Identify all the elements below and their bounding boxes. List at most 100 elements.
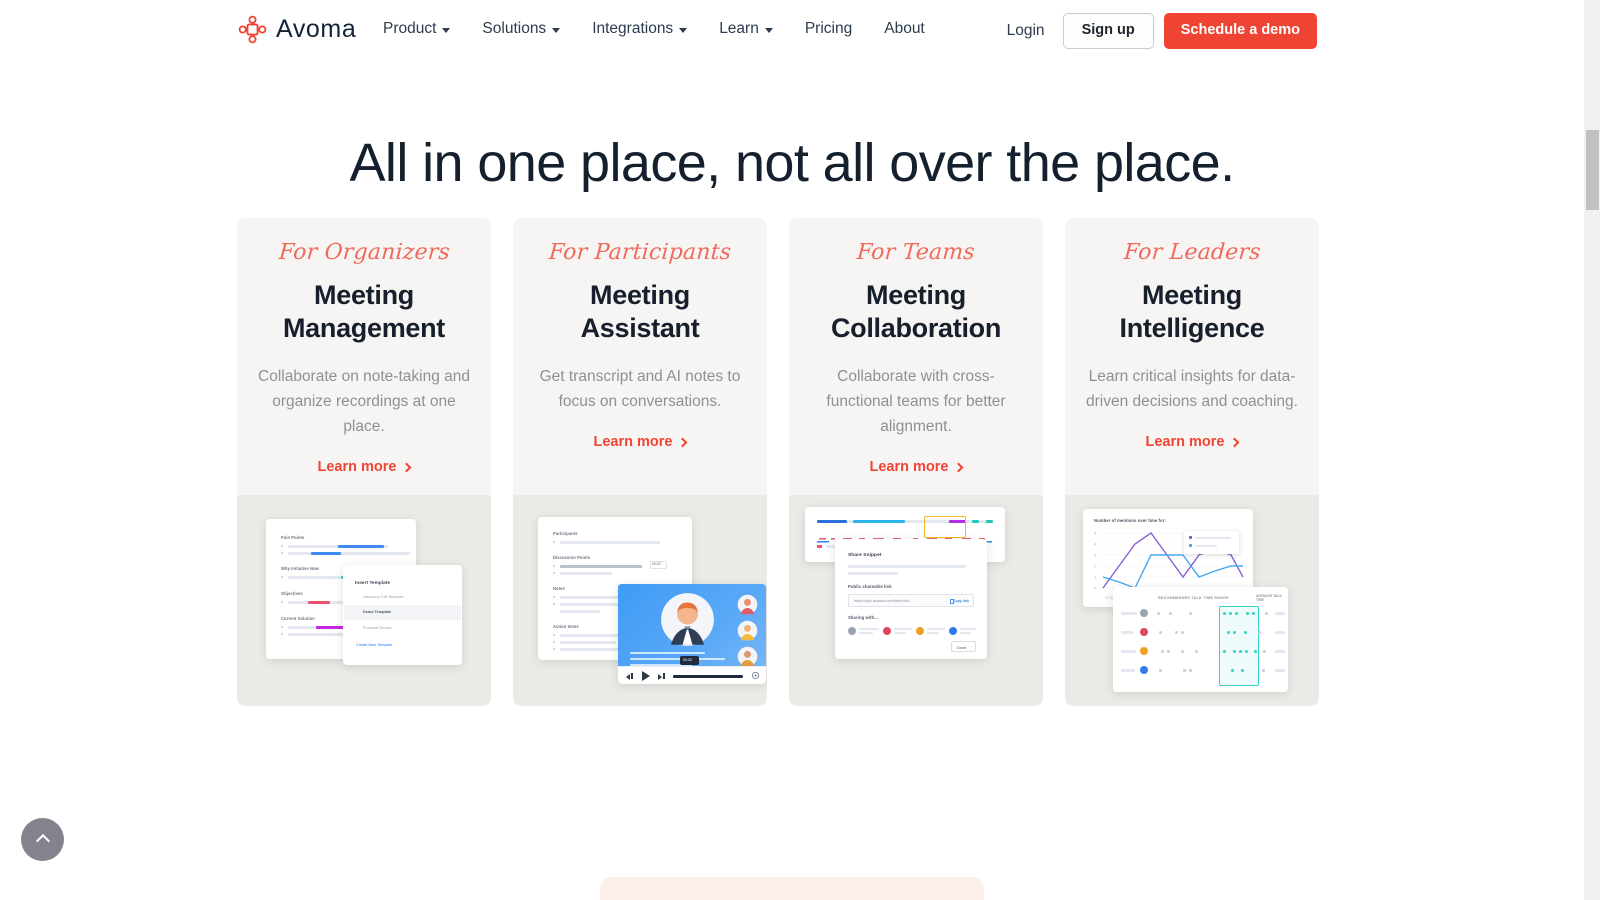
nav-item-integrations[interactable]: Integrations [576,20,703,38]
chart-title: Number of mentions over time for: [1094,518,1166,523]
scroll-to-top-button[interactable] [21,818,64,861]
card-illustration-meeting-intelligence: Number of mentions over time for: 5 4 3 2 1… [1065,495,1319,706]
chevron-up-icon [35,833,50,849]
participant-avatar-icon [737,594,758,615]
table-title: RECOMMENDED TALK TIME RANGE [1158,596,1229,600]
card-illustration-meeting-assistant: Participants Discussion Points 00:20 Not… [513,495,767,706]
card-content: For Participants Meeting Assistant Get t… [513,218,767,495]
avoma-logo-icon [238,15,267,44]
card-eyebrow: For Leaders [1122,240,1262,265]
notes-section-label: Why Initiative Now [281,566,319,571]
menu-item[interactable]: Proposal Review [363,626,392,630]
card-description: Collaborate with cross-functional teams … [826,367,1006,436]
avoma-logo-text: Avoma [276,15,357,43]
snippet-selection-box[interactable] [924,516,966,538]
card-content: For Teams Meeting Collaboration Collabor… [789,218,1043,495]
menu-item[interactable]: Discovery Call Template [363,595,404,599]
card-eyebrow: For Teams [856,240,976,265]
nav-label: Pricing [804,20,853,37]
shareable-link-field[interactable]: https://app.avoma.com/listen/cffc... Cop… [848,594,974,607]
card-title: Meeting Intelligence [1119,280,1265,343]
card-title: Meeting Assistant [580,280,700,343]
learn-more-link[interactable]: Learn more [1146,434,1240,450]
notes-section-label: Notes [553,586,565,591]
participant-avatar-icon [737,646,758,667]
avoma-logo[interactable]: Avoma [238,15,356,44]
chevron-right-icon [1230,437,1240,448]
nav-label: Learn [719,20,759,37]
svg-text:4: 4 [1094,542,1097,547]
snippet-timestamp: 00:20 [652,562,661,566]
copy-link-label[interactable]: Copy link [953,599,969,603]
page-scrollbar[interactable] [1584,0,1600,900]
svg-text:3: 3 [1094,553,1097,558]
notes-section-label: Objectives [281,591,303,596]
learn-more-link[interactable]: Learn more [594,434,688,450]
chevron-right-icon [954,462,964,473]
svg-text:2: 2 [1094,564,1097,569]
public-link-label: Public shareable link [848,584,892,589]
sign-up-button[interactable]: Sign up [1062,13,1154,49]
nav-item-solutions[interactable]: Solutions [466,20,576,38]
forward-icon[interactable] [658,674,662,680]
dialog-title: Share Snippet [848,553,882,558]
nav-label: Product [383,20,437,37]
card-description: Collaborate on note-taking and organize … [258,367,470,436]
card-eyebrow: For Organizers [277,240,451,265]
page-title: All in one place, not all over the place… [349,133,1236,193]
nav-item-pricing[interactable]: Pricing [789,20,868,38]
header-actions: Login Sign up Schedule a demo [989,13,1317,49]
video-player[interactable]: 00:32 [618,584,766,684]
card-title: Meeting Management [282,280,446,343]
nav-item-learn[interactable]: Learn [703,20,789,38]
rewind-icon[interactable] [626,674,630,680]
nav-label: About [884,20,925,37]
card-description: Get transcript and AI notes to focus on … [539,367,741,410]
play-icon[interactable] [642,671,650,681]
next-section-peek [600,877,984,900]
svg-text:0: 0 [1094,586,1097,591]
feature-card-meeting-assistant[interactable]: For Participants Meeting Assistant Get t… [513,218,767,706]
card-title: Meeting Collaboration [830,280,1002,343]
chevron-right-icon [678,437,688,448]
player-time: 00:32 [683,657,692,662]
learn-more-label: Learn more [869,459,949,476]
schedule-demo-button[interactable]: Schedule a demo [1163,13,1317,49]
nav-item-product[interactable]: Product [378,20,466,38]
insert-template-menu[interactable]: Insert Template Discovery Call Template … [343,565,462,665]
menu-title: Insert Template [355,580,391,585]
feature-card-meeting-collaboration[interactable]: For Teams Meeting Collaboration Collabor… [789,218,1043,706]
table-title-right: AVERAGE TALK TIME [1256,594,1282,603]
learn-more-link[interactable]: Learn more [318,459,412,475]
card-content: For Leaders Meeting Intelligence Learn c… [1065,218,1319,495]
menu-action[interactable]: Create New Template [356,643,392,647]
share-snippet-dialog[interactable]: Share Snippet Public shareable link http… [835,539,987,659]
feature-card-meeting-management[interactable]: For Organizers Meeting Management Collab… [237,218,491,706]
svg-text:1: 1 [1094,575,1097,580]
sharing-with-label: Sharing with... [848,615,879,620]
talk-time-table-card: RECOMMENDED TALK TIME RANGE AVERAGE TALK… [1113,587,1288,692]
main-nav: Product Solutions Integrations Learn Pri… [378,20,941,38]
notes-section-label: Pain Points [281,535,305,540]
notes-section-label: Action Items [553,624,579,629]
chevron-down-icon [442,27,451,33]
site-header: Avoma Product Solutions Integrations Lea… [0,0,1584,62]
nav-label: Solutions [482,20,547,37]
card-illustration-meeting-collaboration: Share Snippet Public shareable link http… [789,495,1043,706]
recommended-range-highlight [1219,606,1259,686]
feature-card-meeting-intelligence[interactable]: For Leaders Meeting Intelligence Learn c… [1065,218,1319,706]
participant-avatar-icon [737,620,758,641]
learn-more-link[interactable]: Learn more [869,459,964,476]
chart-legend [1184,531,1239,554]
svg-text:5: 5 [1094,531,1097,536]
nav-item-about[interactable]: About [868,20,941,38]
feature-card-grid: For Organizers Meeting Management Collab… [237,218,1319,706]
player-controls[interactable]: 00:32 [618,656,766,684]
card-eyebrow: For Participants [548,240,732,265]
done-button[interactable]: Done [951,641,976,652]
settings-gear-icon[interactable] [751,671,760,680]
scrollbar-thumb[interactable] [1586,130,1599,210]
speaker-avatar-icon [661,593,714,646]
login-link[interactable]: Login [989,22,1063,40]
menu-item[interactable]: Demo Template [363,610,391,614]
